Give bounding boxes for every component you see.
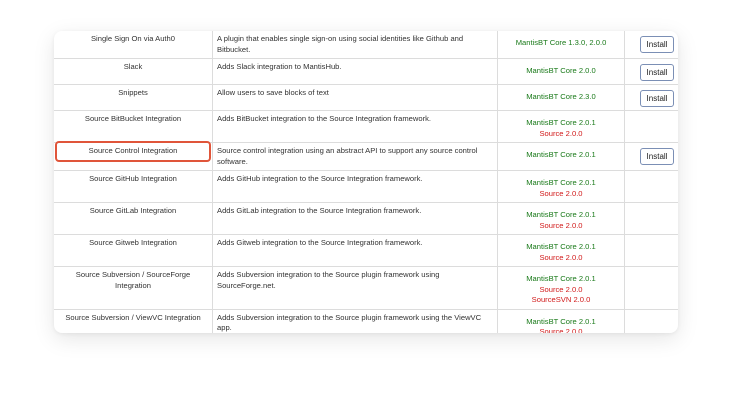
install-button[interactable]: Install bbox=[639, 90, 675, 107]
plugin-actions bbox=[624, 110, 678, 143]
plugin-dependencies: MantisBT Core 2.0.1 bbox=[497, 142, 625, 171]
plugin-name-cell: Source Subversion / SourceForge Integrat… bbox=[54, 266, 213, 310]
plugin-name: Source Gitweb Integration bbox=[89, 238, 177, 247]
plugin-row: Source Subversion / ViewVC Integration Ad… bbox=[54, 309, 678, 333]
install-button[interactable]: Install bbox=[639, 148, 675, 165]
plugin-row: Source Control Integration Source control… bbox=[54, 141, 678, 171]
dependency-missing: Source 2.0.0 bbox=[539, 188, 583, 198]
available-plugins-table: Single Sign On via Auth0 A plugin that en… bbox=[54, 31, 678, 333]
plugin-name-cell: Source Subversion / ViewVC Integration bbox=[54, 309, 213, 333]
plugin-actions bbox=[624, 170, 678, 203]
plugin-dependencies: MantisBT Core 2.0.1 Source 2.0.0 bbox=[497, 234, 625, 267]
plugin-row: Source GitLab Integration Adds GitLab int… bbox=[54, 202, 678, 235]
dependency-satisfied: MantisBT Core 2.0.1 bbox=[526, 274, 596, 283]
plugin-actions: Install bbox=[624, 31, 678, 59]
plugin-description: Adds Subversion integration to the Sourc… bbox=[212, 266, 498, 310]
dependency-missing: Source 2.0.0 bbox=[539, 220, 583, 230]
plugin-actions: Install bbox=[624, 142, 678, 171]
plugin-description: Allow users to save blocks of text bbox=[212, 84, 498, 111]
plugin-name-cell: Source Gitweb Integration bbox=[54, 234, 213, 267]
dependency-missing: Source 2.0.0 bbox=[539, 327, 583, 333]
plugin-dependencies: MantisBT Core 2.0.1 Source 2.0.0 bbox=[497, 110, 625, 143]
plugin-dependencies: MantisBT Core 2.0.1Source 2.0.0SourceSVN… bbox=[497, 266, 625, 310]
plugin-description: A plugin that enables single sign-on usi… bbox=[212, 31, 498, 59]
plugin-dependencies: MantisBT Core 2.3.0 bbox=[497, 84, 625, 111]
plugin-actions bbox=[624, 202, 678, 235]
plugin-actions bbox=[624, 266, 678, 310]
plugin-description: Adds GitLab integration to the Source In… bbox=[212, 202, 498, 235]
plugin-name-cell: Single Sign On via Auth0 bbox=[54, 31, 213, 59]
install-button[interactable]: Install bbox=[639, 64, 675, 81]
dependency-missing: SourceSVN 2.0.0 bbox=[531, 295, 591, 304]
dependency-satisfied: MantisBT Core 2.0.1 bbox=[526, 210, 596, 219]
plugin-name: Source Subversion / SourceForge Integrat… bbox=[75, 270, 191, 290]
plugin-name: Source BitBucket Integration bbox=[84, 114, 182, 123]
dependency-satisfied: MantisBT Core 2.0.0 bbox=[526, 66, 596, 75]
plugin-actions: Install bbox=[624, 84, 678, 111]
plugin-row: Slack Adds Slack integration to MantisHub… bbox=[54, 58, 678, 85]
plugin-description: Adds BitBucket integration to the Source… bbox=[212, 110, 498, 143]
plugins-table-body: Single Sign On via Auth0 A plugin that en… bbox=[54, 31, 678, 333]
plugin-actions: Install bbox=[624, 58, 678, 85]
plugins-table-card: Single Sign On via Auth0 A plugin that en… bbox=[54, 31, 678, 333]
plugin-name: Slack bbox=[123, 62, 143, 71]
plugin-dependencies: MantisBT Core 2.0.1Source 2.0.0SourceSVN… bbox=[497, 309, 625, 333]
plugin-name-cell: Source BitBucket Integration bbox=[54, 110, 213, 143]
dependency-missing: Source 2.0.0 bbox=[539, 284, 583, 294]
plugin-description: Adds Slack integration to MantisHub. bbox=[212, 58, 498, 85]
plugin-name: Source GitLab Integration bbox=[89, 206, 177, 215]
plugin-name-cell: Source GitLab Integration bbox=[54, 202, 213, 235]
dependency-missing: Source 2.0.0 bbox=[539, 252, 583, 262]
dependency-satisfied: MantisBT Core 2.0.1 bbox=[526, 178, 596, 187]
plugin-row: Source GitHub Integration Adds GitHub int… bbox=[54, 170, 678, 203]
plugin-name-highlighted: Source Control Integration bbox=[55, 141, 211, 162]
plugin-description: Adds Gitweb integration to the Source In… bbox=[212, 234, 498, 267]
dependency-satisfied: MantisBT Core 2.0.1 bbox=[526, 150, 596, 159]
plugin-name-cell: Slack bbox=[54, 58, 213, 85]
plugin-dependencies: MantisBT Core 2.0.1 Source 2.0.0 bbox=[497, 170, 625, 203]
plugin-row: Single Sign On via Auth0 A plugin that en… bbox=[54, 31, 678, 59]
dependency-satisfied: MantisBT Core 2.0.1 bbox=[526, 316, 596, 326]
plugin-name: Snippets bbox=[118, 88, 148, 97]
plugin-row: Source BitBucket Integration Adds BitBuck… bbox=[54, 110, 678, 143]
dependency-satisfied: MantisBT Core 2.3.0 bbox=[526, 92, 596, 101]
dependency-satisfied: MantisBT Core 2.0.1 bbox=[526, 242, 596, 251]
plugin-description: Adds Subversion integration to the Sourc… bbox=[212, 309, 498, 333]
plugin-description: Source control integration using an abst… bbox=[212, 142, 498, 171]
plugin-actions bbox=[624, 234, 678, 267]
plugin-description: Adds GitHub integration to the Source In… bbox=[212, 170, 498, 203]
plugin-name-cell: Source GitHub Integration bbox=[54, 170, 213, 203]
dependency-missing: Source 2.0.0 bbox=[539, 128, 583, 138]
plugin-dependencies: MantisBT Core 1.3.0, 2.0.0 bbox=[497, 31, 625, 59]
plugin-name: Source GitHub Integration bbox=[89, 174, 177, 183]
plugin-name: Source Subversion / ViewVC Integration bbox=[65, 312, 201, 322]
dependency-satisfied: MantisBT Core 2.0.1 bbox=[526, 118, 596, 127]
plugin-name: Single Sign On via Auth0 bbox=[90, 34, 175, 43]
dependency-satisfied: MantisBT Core 1.3.0, 2.0.0 bbox=[515, 38, 607, 47]
plugin-row: Snippets Allow users to save blocks of te… bbox=[54, 84, 678, 111]
plugin-name-cell: Source Control Integration bbox=[54, 141, 213, 171]
install-button[interactable]: Install bbox=[639, 36, 675, 53]
plugin-name-cell: Snippets bbox=[54, 84, 213, 111]
plugin-row: Source Subversion / SourceForge Integrat… bbox=[54, 266, 678, 310]
plugin-actions bbox=[624, 309, 678, 333]
plugin-row: Source Gitweb Integration Adds Gitweb int… bbox=[54, 234, 678, 267]
plugin-dependencies: MantisBT Core 2.0.0 bbox=[497, 58, 625, 85]
plugin-dependencies: MantisBT Core 2.0.1 Source 2.0.0 bbox=[497, 202, 625, 235]
